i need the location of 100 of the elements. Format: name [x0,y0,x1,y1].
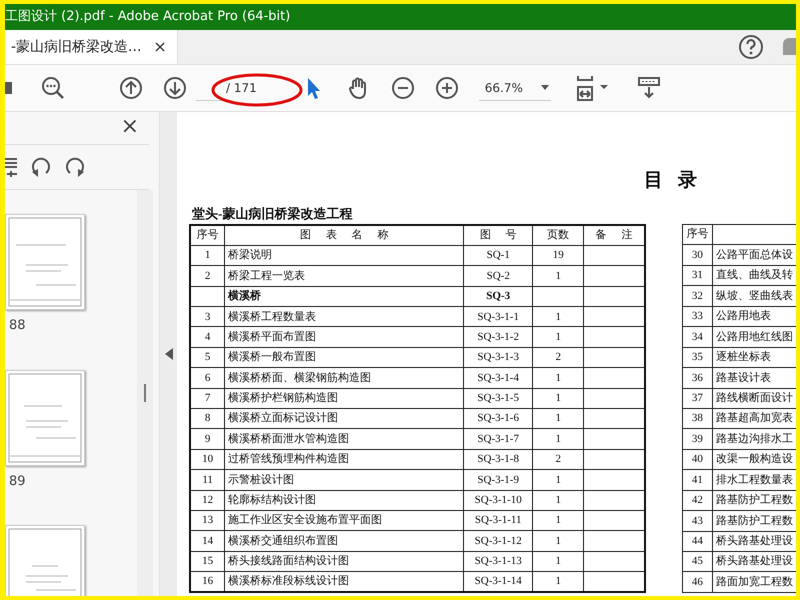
table-cell: 1 [532,408,584,429]
table-cell: 横溪桥立面标记设计图 [224,408,464,429]
table-cell: 1 [532,551,584,572]
page-thumbnail[interactable] [5,525,85,596]
table-cell: 1 [532,368,584,388]
table-cell: 横溪桥交通组织布置图 [224,530,464,552]
table-cell: SQ-3-1-4 [464,368,533,388]
table-cell: 6 [190,368,225,388]
table-cell: 41 [682,470,712,490]
table-cell: 19 [532,245,584,266]
table-cell: 横溪桥 [224,286,464,307]
project-title: 堂头-蒙山病旧桥梁改造工程 [192,206,354,223]
table-cell: 46 [682,572,712,593]
close-button[interactable]: × [120,116,139,138]
previous-page-icon[interactable] [119,76,143,100]
table-cell: 1 [532,490,584,510]
table-cell: SQ-3-1-12 [464,530,533,552]
caret-icon [540,85,549,90]
table-cell: 44 [682,531,712,552]
table-cell: 9 [190,428,225,450]
table-cell: 1 [532,510,584,531]
table-cell: 1 [532,388,584,409]
table-cell: 4 [190,326,225,348]
scrollbar[interactable] [137,190,153,596]
rotate-right-icon[interactable] [63,155,87,179]
table-cell: 12 [190,490,225,510]
table-cell: 34 [682,326,712,348]
table-cell: 2 [190,266,225,286]
rotate-left-icon[interactable] [29,155,53,179]
table-cell: 横溪桥桥面、横梁钢筋构造图 [224,368,464,388]
table-cell: 桥梁说明 [224,245,464,266]
table-cell: SQ-3-1-3 [464,347,533,368]
table-cell: 横溪桥平面布置图 [224,326,464,348]
page-number: 88 [9,317,27,335]
table-cell: 1 [532,470,584,490]
page-number: 89 [9,472,27,490]
table-cell: 33 [682,306,712,327]
page-total: / 171 [226,80,257,97]
table-cell: 38 [682,408,712,429]
table-cell: 1 [532,326,584,348]
column-header: 序号 [682,224,712,245]
contents-heading: 目 录 [644,170,697,191]
zoom-dropdown[interactable]: 66.7% [478,75,551,101]
table-cell: SQ-3-1-10 [464,490,533,510]
table-cell: SQ-1 [464,245,533,266]
table-cell: 13 [190,510,225,531]
table-cell: SQ-3-1-8 [464,449,533,470]
page-thumbnail[interactable] [5,214,85,310]
table-cell: 横溪桥护栏钢筋构造图 [224,388,464,409]
table-cell: 35 [682,347,712,368]
table-cell: 7 [190,388,225,409]
table-cell: SQ-3 [464,286,533,307]
table-cell: 43 [682,510,712,532]
table-cell: 横溪桥桥面泄水管构造图 [224,428,464,450]
table-cell: 1 [532,266,584,286]
table-cell: 15 [190,551,225,572]
table-cell: 1 [532,530,584,552]
table-cell: 45 [682,552,712,572]
table-cell: 10 [190,449,225,470]
table-cell: SQ-3-1-11 [464,510,533,531]
table-cell: 40 [682,449,712,470]
table-cell: 1 [532,428,584,450]
table-cell: 2 [532,347,584,368]
pointer-icon[interactable] [306,76,320,100]
table-cell: 32 [682,286,712,306]
table-cell: 桥梁工程一览表 [224,266,464,286]
table-cell: SQ-2 [464,266,533,286]
zoom-in-icon[interactable] [434,76,459,100]
next-page-icon[interactable] [163,76,187,100]
table-cell: 1 [532,306,584,327]
table-cell: 过桥管线预埋构件构造图 [224,449,464,470]
column-header: 图 号 [464,225,533,246]
table-cell: 42 [682,490,712,511]
table-cell: 施工作业区安全设施布置平面图 [224,510,464,531]
table-cell: 39 [682,428,712,450]
close-icon[interactable]: × [153,35,167,59]
document-tab[interactable]: -蒙山病旧桥梁改造... × [5,30,178,64]
table-cell: 36 [682,368,712,388]
table-cell: 30 [682,244,712,266]
page-thumbnail[interactable] [5,370,85,466]
table-cell: SQ-3-1-13 [464,551,533,572]
table-cell: 轮廓标结构设计图 [224,490,464,510]
column-header: 序号 [190,225,225,246]
table-cell: 14 [190,530,225,552]
table-cell: SQ-3-1-1 [464,306,533,327]
zoom-search-icon[interactable] [41,76,65,100]
help-icon[interactable] [738,34,764,60]
column-header: 页数 [532,225,584,246]
table-cell: 示警桩设计图 [224,470,464,490]
zoom-out-icon[interactable] [390,76,415,100]
table-cell: SQ-3-1-5 [464,388,533,409]
table-cell: 31 [682,265,712,286]
table-cell: SQ-3-1-9 [464,470,533,490]
scroll-mode-icon[interactable] [636,76,661,100]
table-cell: 5 [190,347,225,368]
table-cell: SQ-3-1-7 [464,428,533,450]
collapse-arrow-icon[interactable] [164,348,172,360]
page-options-icon[interactable] [5,155,19,179]
fit-page-icon[interactable] [574,74,609,102]
table-cell: 1 [190,245,225,266]
